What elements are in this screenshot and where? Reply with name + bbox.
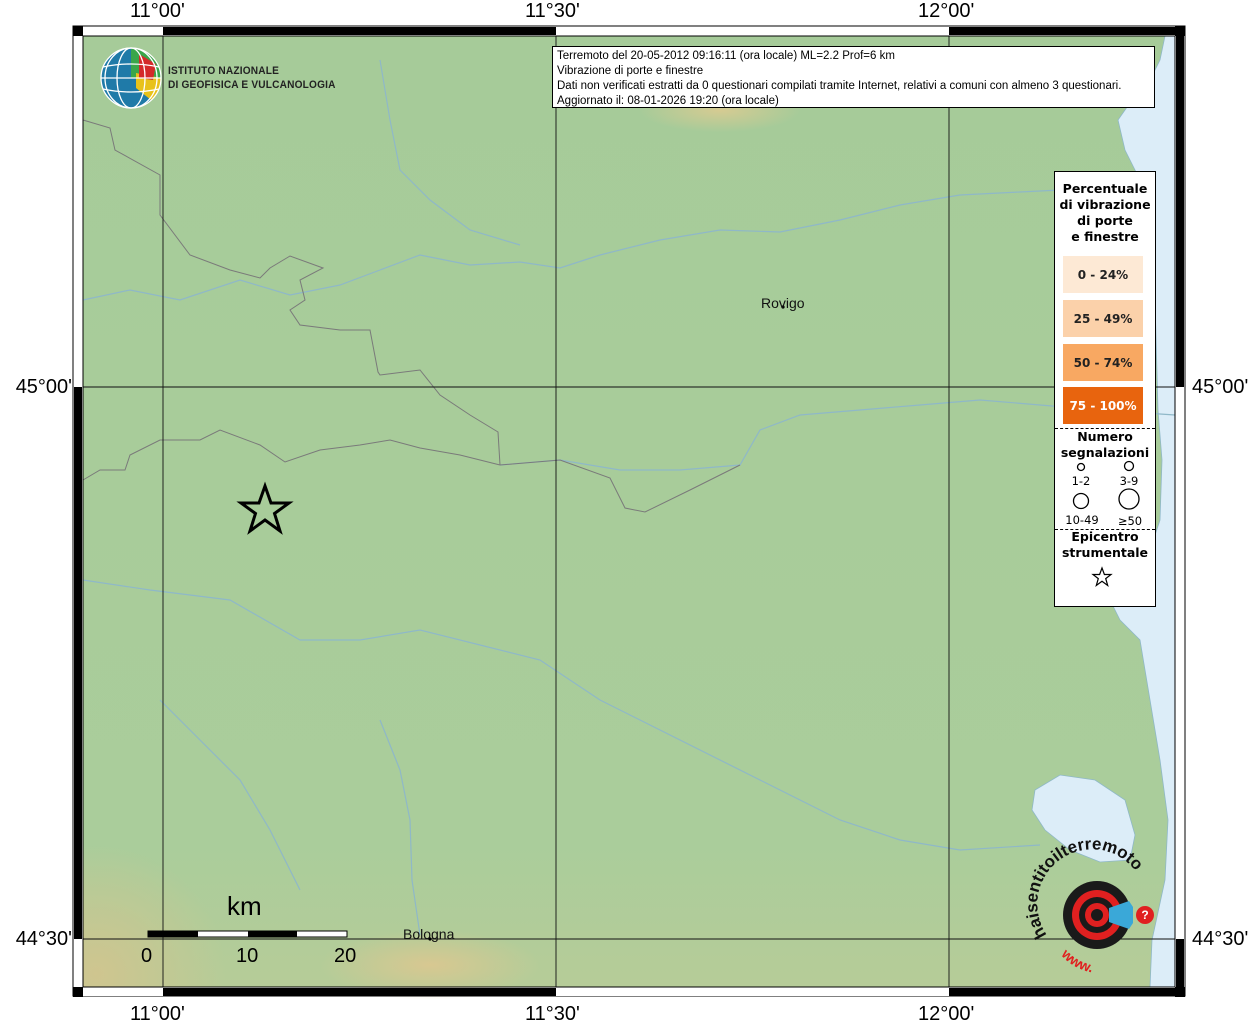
legend-panel: Percentuale di vibrazione di porte e fin… — [1054, 171, 1156, 607]
count-label-4: ≥50 — [1117, 514, 1143, 528]
count-label-2: 3-9 — [1119, 474, 1139, 488]
legend-class-1: 0 - 24% — [1063, 256, 1143, 293]
city-label-rovigo: Rovigo — [761, 295, 805, 311]
count-label-3: 10-49 — [1065, 513, 1099, 527]
lon-label-bottom-1: 11°00' — [130, 1003, 185, 1025]
event-subtitle: Vibrazione di porte e finestre — [557, 65, 704, 77]
event-title: Terremoto del 20-05-2012 09:16:11 (ora l… — [557, 50, 895, 62]
lat-label-right-2: 44°30' — [1192, 928, 1249, 950]
ingv-logo-icon — [100, 47, 162, 109]
ingv-logo-line1: ISTITUTO NAZIONALE — [168, 65, 280, 77]
legend-count-title: Numero segnalazioni — [1060, 429, 1150, 460]
count-label-1: 1-2 — [1071, 474, 1091, 488]
event-info-box: Terremoto del 20-05-2012 09:16:11 (ora l… — [552, 46, 1155, 108]
scale-tick-20: 20 — [334, 945, 357, 967]
event-updated: Aggiornato il: 08-01-2026 19:20 (ora loc… — [557, 95, 779, 107]
scale-bar — [147, 930, 348, 938]
scale-unit: km — [227, 891, 262, 921]
legend-epicenter-title: Epicentro strumentale — [1061, 529, 1149, 560]
lon-label-bottom-3: 12°00' — [918, 1003, 975, 1025]
lat-label-left-1: 45°00' — [15, 376, 72, 398]
lon-label-top-2: 11°30' — [525, 0, 580, 22]
count-symbols — [1072, 460, 1140, 510]
ingv-logo-line2: DI GEOFISICA E VULCANOLOGIA — [168, 79, 336, 91]
legend-title: Percentuale di vibrazione di porte e fin… — [1059, 181, 1151, 244]
legend-star-icon — [1091, 566, 1113, 588]
lon-label-top-3: 12°00' — [918, 0, 975, 22]
svg-text:?: ? — [1141, 908, 1148, 922]
legend-class-3: 50 - 74% — [1063, 344, 1143, 381]
event-data-note: Dati non verificati estratti da 0 questi… — [557, 80, 1122, 92]
city-label-bologna: Bologna — [403, 926, 455, 942]
lat-label-right-1: 45°00' — [1192, 376, 1249, 398]
lat-label-left-2: 44°30' — [15, 928, 72, 950]
legend-class-2: 25 - 49% — [1063, 300, 1143, 337]
scale-tick-0: 0 — [141, 945, 153, 967]
lon-label-top-1: 11°00' — [130, 0, 185, 22]
ingv-logo-text: ISTITUTO NAZIONALE DI GEOFISICA E VULCAN… — [168, 64, 336, 92]
lon-label-bottom-2: 11°30' — [525, 1003, 580, 1025]
legend-class-4: 75 - 100% — [1063, 387, 1143, 424]
scale-tick-10: 10 — [236, 945, 259, 967]
